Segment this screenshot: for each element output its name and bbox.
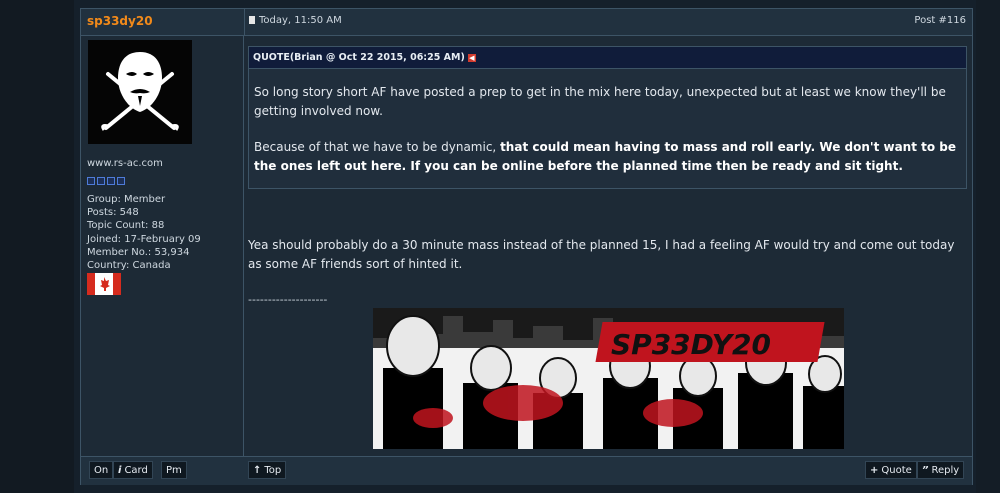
- post-content: QUOTE(Brian @ Oct 22 2015, 06:25 AM) ◀ So…: [244, 36, 972, 456]
- author-posts: Posts: 548: [87, 207, 139, 219]
- quote-body: So long story short AF have posted a pre…: [249, 69, 966, 175]
- quote-paragraph-2: Because of that we have to be dynamic, t…: [254, 138, 960, 175]
- reply-text: Yea should probably do a 30 minute mass …: [248, 238, 955, 271]
- forum-post: sp33dy20 Today, 11:50 AM Post #116 www.r…: [80, 8, 973, 485]
- post-footer: On i Card Pm ↑ Top + Quote ” Reply: [81, 456, 972, 485]
- quote-paragraph-1: So long story short AF have posted a pre…: [254, 85, 946, 118]
- avatar[interactable]: [88, 40, 192, 144]
- author-member-number: Member No.: 53,934: [87, 246, 190, 258]
- quote-back-icon[interactable]: ◀: [467, 54, 476, 62]
- rank-pips: [87, 170, 127, 189]
- reply-label: Reply: [931, 465, 960, 476]
- canada-flag-icon: [87, 273, 121, 295]
- info-icon: i: [118, 465, 122, 476]
- signature-banner: SP33DY20: [373, 308, 844, 449]
- top-arrow-icon: ↑: [253, 465, 262, 476]
- author-group: Group: Member: [87, 194, 166, 205]
- anonymous-pirate-icon: [88, 40, 192, 144]
- page-right-margin: [976, 0, 1000, 493]
- post-doc-icon: [249, 16, 255, 24]
- quote-header: QUOTE(Brian @ Oct 22 2015, 06:25 AM) ◀: [249, 47, 966, 69]
- quote-block: QUOTE(Brian @ Oct 22 2015, 06:25 AM) ◀ So…: [248, 46, 967, 189]
- banner-text: SP33DY20: [611, 328, 771, 361]
- quote-paragraph-2-normal: Because of that we have to be dynamic,: [254, 140, 501, 154]
- author-country: Country: Canada: [87, 260, 171, 272]
- post-date-text: Today, 11:50 AM: [259, 15, 342, 26]
- quote-header-text: QUOTE(Brian @ Oct 22 2015, 06:25 AM): [253, 52, 465, 63]
- card-label: Card: [124, 465, 148, 476]
- card-button[interactable]: i Card: [113, 461, 153, 479]
- post-header: sp33dy20 Today, 11:50 AM Post #116: [81, 9, 972, 36]
- pm-button[interactable]: Pm: [161, 461, 187, 479]
- author-info: Group: Member Posts: 548 Topic Count: 88…: [87, 193, 201, 272]
- post-date: Today, 11:50 AM: [249, 15, 342, 26]
- signature-divider: --------------------: [248, 293, 328, 306]
- online-status-button[interactable]: On: [89, 461, 114, 479]
- reply-quote-icon: ”: [922, 465, 929, 476]
- top-label: Top: [264, 465, 282, 476]
- post-number-link[interactable]: Post #116: [914, 15, 966, 26]
- reply-button[interactable]: ” Reply: [917, 461, 965, 479]
- skull-banner-image: SP33DY20: [373, 308, 844, 449]
- author-joined: Joined: 17-February 09: [87, 233, 201, 245]
- header-divider: [244, 9, 245, 35]
- quote-button[interactable]: + Quote: [865, 461, 917, 479]
- author-name-link[interactable]: sp33dy20: [87, 14, 153, 28]
- author-site-link[interactable]: www.rs-ac.com: [87, 158, 163, 169]
- quote-label: Quote: [881, 465, 912, 476]
- author-topic-count: Topic Count: 88: [87, 220, 165, 232]
- author-sidebar: www.rs-ac.com Group: Member Posts: 548 T…: [81, 36, 244, 456]
- plus-icon: +: [870, 465, 879, 476]
- top-button[interactable]: ↑ Top: [248, 461, 287, 479]
- page-left-margin: [0, 0, 74, 493]
